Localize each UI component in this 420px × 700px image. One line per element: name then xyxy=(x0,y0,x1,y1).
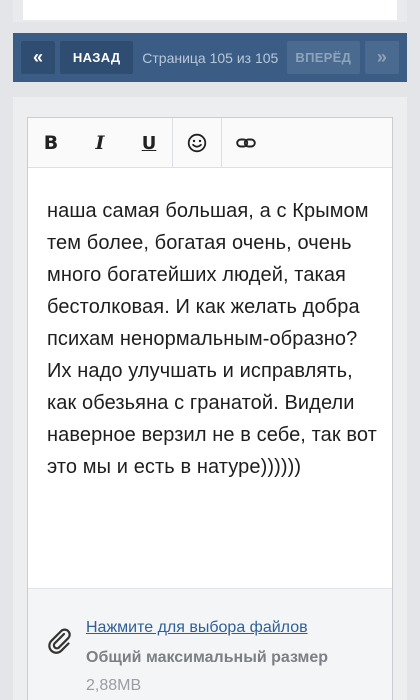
prev-page-button[interactable]: НАЗАД xyxy=(60,41,134,74)
link-button[interactable] xyxy=(222,118,270,168)
first-page-button[interactable]: « xyxy=(21,41,56,74)
underline-button[interactable]: U xyxy=(126,118,172,168)
max-size-label: Общий максимальный размер xyxy=(86,649,329,666)
last-page-button[interactable]: » xyxy=(364,41,399,74)
page-status: Страница 105 из 105 xyxy=(142,49,279,66)
emoji-button[interactable] xyxy=(173,118,221,168)
paperclip-icon xyxy=(48,628,71,654)
next-page-button[interactable]: ВПЕРЁД xyxy=(286,41,360,74)
choose-files-link[interactable]: Нажмите для выбора файлов xyxy=(86,619,308,637)
attachments-area: Нажмите для выбора файлов Общий максимал… xyxy=(28,588,392,700)
bold-button[interactable]: B xyxy=(28,118,74,168)
reply-card: B I U наша самая большая, а с Крымом тем… xyxy=(13,97,407,700)
previous-post-card xyxy=(13,0,407,22)
previous-post-content xyxy=(23,0,397,20)
max-size-value: 2,88MB xyxy=(86,677,142,694)
italic-button[interactable]: I xyxy=(74,118,126,168)
reply-editor: B I U наша самая большая, а с Крымом тем… xyxy=(27,117,393,700)
smiley-icon xyxy=(187,133,207,153)
reply-text-area[interactable]: наша самая большая, а с Крымом тем более… xyxy=(47,195,382,483)
pagination-bar: « НАЗАД Страница 105 из 105 ВПЕРЁД » xyxy=(13,33,407,82)
link-icon xyxy=(236,138,256,148)
editor-toolbar: B I U xyxy=(28,118,392,168)
